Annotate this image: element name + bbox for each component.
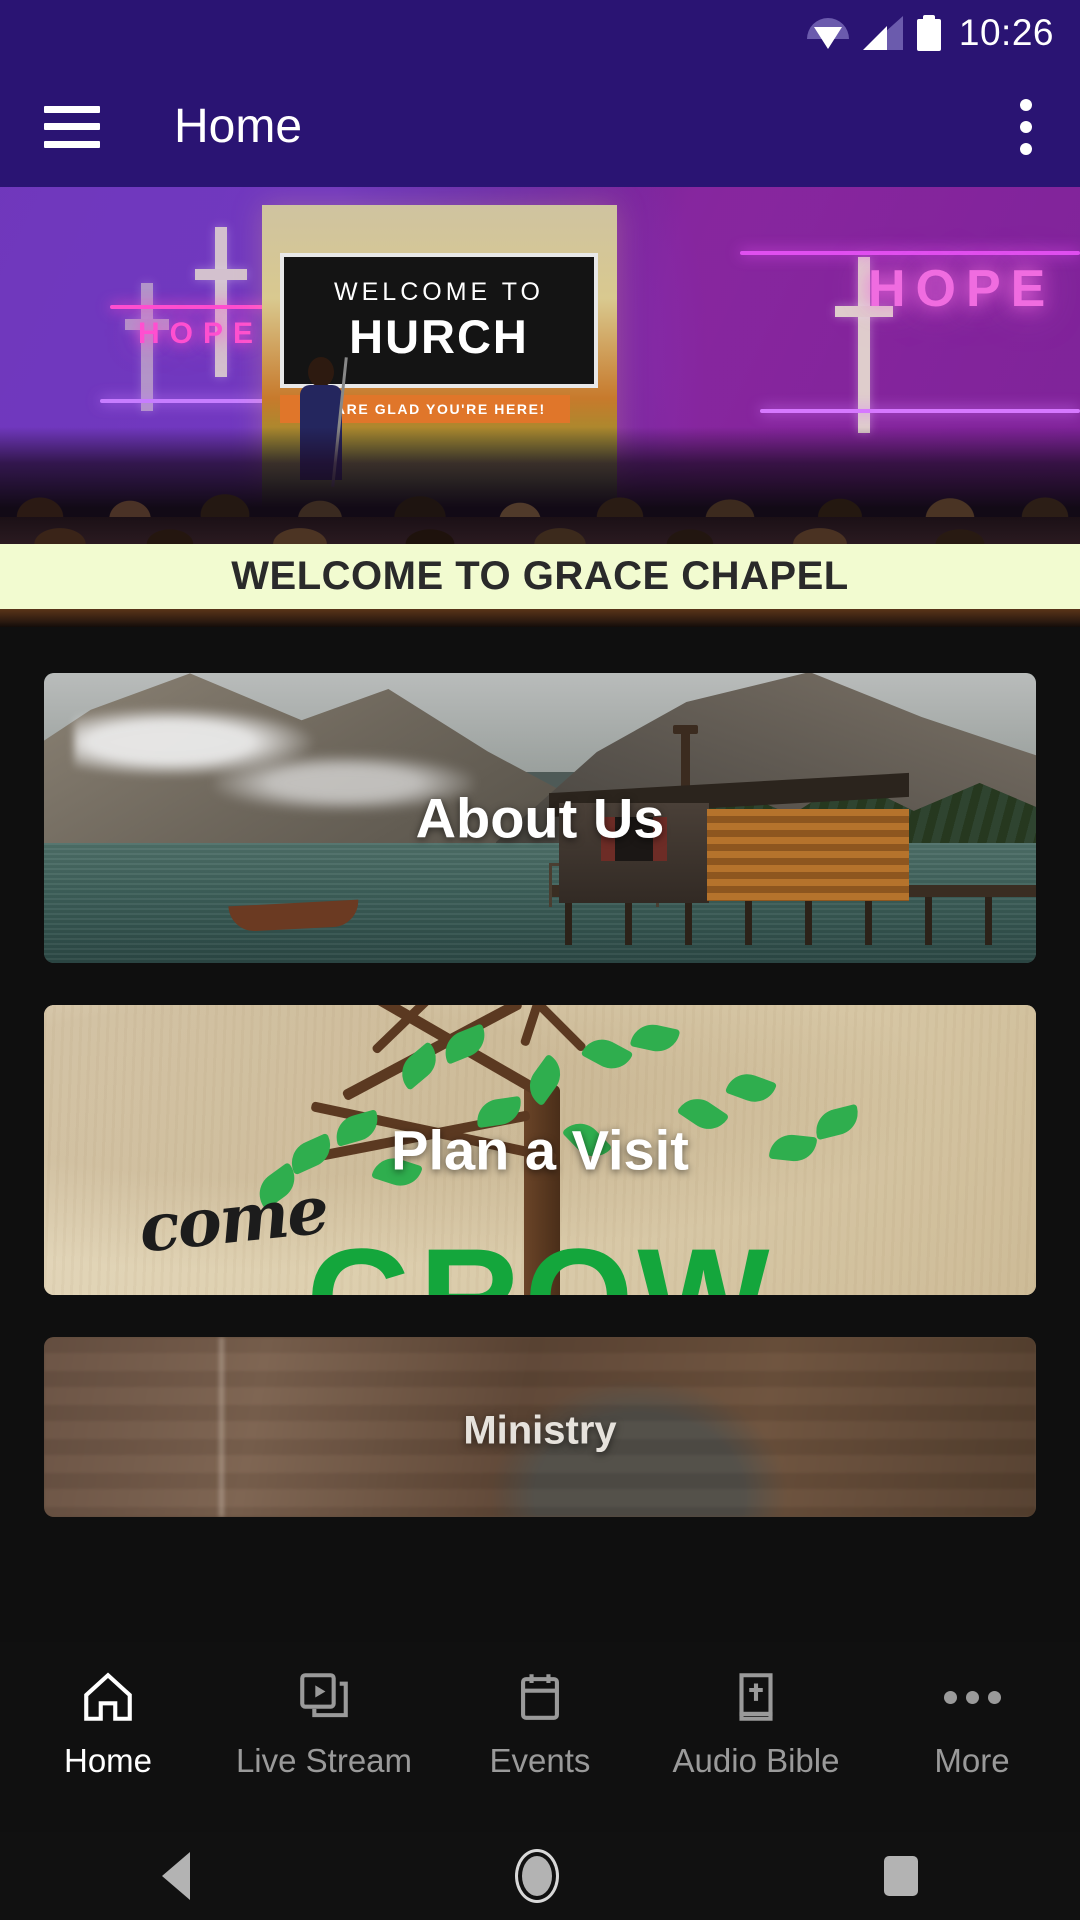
wifi-icon bbox=[806, 16, 849, 50]
app-bar: Home bbox=[0, 66, 1080, 187]
nav-label-events: Events bbox=[489, 1742, 591, 1779]
welcome-sign-line1: WELCOME TO bbox=[334, 277, 544, 306]
home-circle-icon[interactable] bbox=[514, 1849, 559, 1903]
cross-decoration bbox=[195, 227, 247, 377]
congregation-silhouettes bbox=[0, 427, 1080, 517]
live-stream-icon bbox=[295, 1668, 353, 1726]
status-bar-clock: 10:26 bbox=[958, 12, 1054, 53]
card-plan-a-visit-label: Plan a Visit bbox=[391, 1118, 689, 1182]
recents-square-icon[interactable] bbox=[883, 1856, 918, 1896]
nav-label-live-stream: Live Stream bbox=[235, 1742, 413, 1779]
nav-label-more: More bbox=[934, 1742, 1010, 1779]
stage-light bbox=[760, 409, 1080, 413]
calendar-icon bbox=[511, 1668, 569, 1726]
card-about-us[interactable]: About Us bbox=[44, 673, 1036, 963]
nav-item-audio-bible[interactable]: Audio Bible bbox=[648, 1668, 864, 1780]
system-navigation-bar bbox=[0, 1832, 1080, 1920]
home-icon bbox=[79, 1668, 137, 1726]
hero-photo-bottom-strip bbox=[0, 609, 1080, 627]
nav-label-home: Home bbox=[63, 1742, 153, 1779]
welcome-banner: WELCOME TO GRACE CHAPEL bbox=[0, 544, 1080, 609]
card-about-us-label: About Us bbox=[415, 786, 665, 850]
card-ministry-label: Ministry bbox=[463, 1408, 617, 1453]
grow-text: GROW bbox=[306, 1217, 773, 1295]
bottom-navigation-bar: Home Live Stream Events Audio Bible More bbox=[0, 1642, 1080, 1832]
nav-item-home[interactable]: Home bbox=[0, 1668, 216, 1780]
cellular-signal-icon bbox=[862, 16, 903, 50]
back-triangle-icon[interactable] bbox=[162, 1852, 191, 1900]
bible-icon bbox=[727, 1668, 785, 1726]
hamburger-menu-icon[interactable] bbox=[44, 105, 100, 148]
nav-item-more[interactable]: More bbox=[864, 1668, 1080, 1780]
kebab-menu-icon[interactable] bbox=[1020, 98, 1032, 155]
nav-item-live-stream[interactable]: Live Stream bbox=[216, 1668, 432, 1780]
page-title: Home bbox=[174, 100, 303, 153]
nav-label-audio-bible: Audio Bible bbox=[672, 1742, 840, 1779]
hero-photo-continuation bbox=[0, 517, 1080, 544]
welcome-sign-line2: HURCH bbox=[349, 309, 529, 363]
hope-neon-left: HOPE bbox=[138, 317, 264, 350]
battery-icon bbox=[916, 15, 941, 51]
nav-item-events[interactable]: Events bbox=[432, 1668, 648, 1780]
more-dots-icon bbox=[943, 1668, 1001, 1726]
welcome-banner-text: WELCOME TO GRACE CHAPEL bbox=[231, 554, 849, 598]
hope-neon-right: HOPE bbox=[868, 260, 1056, 318]
hero-banner[interactable]: HOPE HOPE WELCOME TO HURCH WE ARE GLAD Y… bbox=[0, 187, 1080, 517]
status-bar: 10:26 bbox=[0, 0, 1080, 66]
card-plan-a-visit[interactable]: come GROW Plan a Visit bbox=[44, 1005, 1036, 1295]
card-ministry[interactable]: Ministry bbox=[44, 1337, 1036, 1517]
app-screen: 10:26 Home HOPE HOPE WELCOME TO HURCH WE… bbox=[0, 0, 1080, 1920]
stage-light bbox=[740, 251, 1080, 255]
